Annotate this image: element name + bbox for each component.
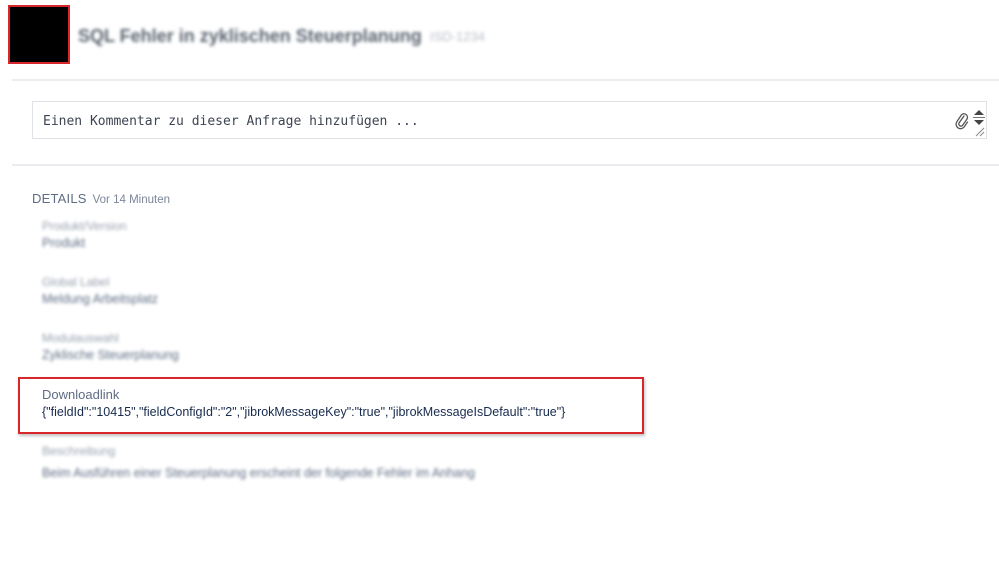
field-value: Produkt xyxy=(42,236,86,250)
details-label: DETAILS xyxy=(32,191,87,206)
field-name: Downloadlink xyxy=(42,387,120,402)
field-name: Modulauswahl xyxy=(42,331,119,345)
resize-handle-icon[interactable] xyxy=(975,127,985,137)
field-value: Beim Ausführen einer Steuerplanung ersch… xyxy=(42,466,475,480)
paperclip-icon[interactable] xyxy=(955,112,969,130)
issue-title: SQL Fehler in zyklischen Steuerplanung xyxy=(78,26,422,46)
field-global-label: Global Label Meldung Arbeitsplatz xyxy=(42,275,158,306)
field-name: Beschreibung xyxy=(42,444,116,458)
scroll-down-icon[interactable] xyxy=(974,120,984,125)
scroll-up-icon[interactable] xyxy=(974,110,984,115)
field-name: Produkt/Version xyxy=(42,219,127,233)
comment-input[interactable]: Einen Kommentar zu dieser Anfrage hinzuf… xyxy=(32,101,987,139)
field-description: Beschreibung Beim Ausführen einer Steuer… xyxy=(42,444,475,480)
details-header: DETAILS Vor 14 Minuten xyxy=(32,191,170,206)
divider xyxy=(12,79,999,81)
field-downloadlink: Downloadlink {"fieldId":"10415","fieldCo… xyxy=(42,387,565,419)
issue-key: ISD-1234 xyxy=(430,29,485,44)
comment-placeholder: Einen Kommentar zu dieser Anfrage hinzuf… xyxy=(43,114,419,129)
divider xyxy=(973,117,985,118)
details-timestamp: Vor 14 Minuten xyxy=(92,194,170,206)
field-product: Produkt/Version Produkt xyxy=(42,219,127,250)
issue-view: SQL Fehler in zyklischen Steuerplanung I… xyxy=(0,0,999,572)
avatar xyxy=(8,5,70,64)
divider xyxy=(12,164,999,166)
field-value: Zyklische Steuerplanung xyxy=(42,348,179,362)
field-name: Global Label xyxy=(42,275,110,289)
field-module: Modulauswahl Zyklische Steuerplanung xyxy=(42,331,179,362)
field-value: Meldung Arbeitsplatz xyxy=(42,292,159,306)
field-value[interactable]: {"fieldId":"10415","fieldConfigId":"2","… xyxy=(42,405,565,419)
